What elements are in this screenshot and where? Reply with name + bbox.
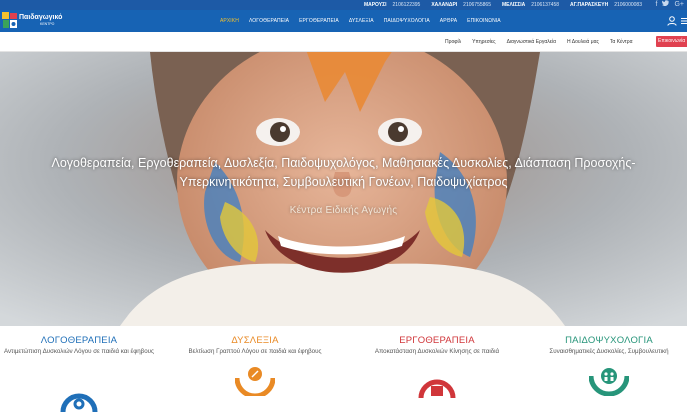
phone-area-melissia: ΜΕΛΙΣΣΙΑ: [501, 2, 526, 8]
pencil-icon[interactable]: [235, 366, 275, 396]
service-card-child-psychology[interactable]: ΠΑΙΔΟΨΥΧΟΛΟΓΙΑ Συναισθηματικές Δυσκολίες…: [524, 326, 687, 412]
service-title[interactable]: ΕΡΓΟΘΕΡΑΠΕΙΑ: [352, 335, 522, 346]
link-profile[interactable]: Προφίλ: [445, 39, 461, 45]
logo-subtitle: ΚΕΝΤΡΟ: [40, 22, 55, 26]
menu-item-dyslexia[interactable]: ΔΥΣΛΕΞΙΑ: [349, 18, 374, 24]
phone-area-agia-paraskevi: ΑΓ.ΠΑΡΑΣΚΕΥΗ: [570, 2, 609, 8]
menu-item-contact[interactable]: ΕΠΙΚΟΙΝΩΝΙΑ: [467, 18, 501, 24]
services-section: ΛΟΓΟΘΕΡΑΠΕΙΑ Αντιμετώπιση Δυσκολιών Λόγο…: [0, 326, 687, 412]
service-title[interactable]: ΔΥΣΛΕΞΙΑ: [170, 335, 340, 346]
menu-item-articles[interactable]: ΑΡΘΡΑ: [440, 18, 457, 24]
hero-title: Λογοθεραπεία, Εργοθεραπεία, Δυσλεξία, Πα…: [0, 154, 687, 192]
google-plus-icon[interactable]: G+: [674, 0, 684, 10]
family-icon[interactable]: [589, 366, 629, 396]
top-contact-bar: ΜΑΡΟΥΣΙ 2106122395 ΧΑΛΑΝΔΡΙ 2106755865 Μ…: [0, 0, 687, 10]
hero-title-line-1: Λογοθεραπεία, Εργοθεραπεία, Δυσλεξία, Πα…: [51, 156, 636, 170]
link-services[interactable]: Υπηρεσίες: [472, 39, 495, 45]
phone-number-melissia[interactable]: 2106137458: [531, 2, 559, 8]
main-menu: ΑΡΧΙΚΗ ΛΟΓΟΘΕΡΑΠΕΙΑ ΕΡΓΟΘΕΡΑΠΕΙΑ ΔΥΣΛΕΞΙ…: [220, 10, 501, 32]
service-card-speech-therapy[interactable]: ΛΟΓΟΘΕΡΑΠΕΙΑ Αντιμετώπιση Δυσκολιών Λόγο…: [0, 326, 164, 412]
menu-item-child-psychology[interactable]: ΠΑΙΔΟΨΥΧΟΛΟΓΙΑ: [384, 18, 430, 24]
link-our-work[interactable]: Η Δουλειά μας: [567, 39, 599, 45]
hero-banner: Λογοθεραπεία, Εργοθεραπεία, Δυσλεξία, Πα…: [0, 52, 687, 326]
secondary-nav: Προφίλ Υπηρεσίες Διαγνωστικά Εργαλεία Η …: [0, 32, 687, 52]
contact-button[interactable]: Επικοινωνία: [656, 36, 687, 47]
phone-area-marousi: ΜΑΡΟΥΣΙ: [363, 2, 387, 8]
main-navbar: Παιδαγωγικό ΚΕΝΤΡΟ ΑΡΧΙΚΗ ΛΟΓΟΘΕΡΑΠΕΙΑ Ε…: [0, 10, 687, 32]
service-description: Συναισθηματικές Δυσκολίες, Συμβουλευτική: [549, 348, 669, 355]
facebook-icon[interactable]: f: [656, 0, 658, 10]
phone-list: ΜΑΡΟΥΣΙ 2106122395 ΧΑΛΑΝΔΡΙ 2106755865 Μ…: [364, 0, 647, 10]
service-card-dyslexia[interactable]: ΔΥΣΛΕΞΙΑ Βελτίωση Γραπτού Λόγου σε παιδι…: [170, 326, 340, 412]
logo[interactable]: Παιδαγωγικό ΚΕΝΤΡΟ: [2, 11, 62, 31]
link-centers[interactable]: Τα Κέντρα: [610, 39, 633, 45]
menu-toggle-icon[interactable]: [681, 18, 687, 24]
hero-subtitle: Κέντρα Ειδικής Αγωγής: [289, 205, 398, 216]
logo-mark-icon: [2, 12, 17, 28]
service-title[interactable]: ΛΟΓΟΘΕΡΑΠΕΙΑ: [0, 335, 164, 346]
service-card-occupational-therapy[interactable]: ΕΡΓΟΘΕΡΑΠΕΙΑ Αποκατάσταση Δυσκολιών Κίνη…: [352, 326, 522, 412]
twitter-icon[interactable]: [662, 0, 670, 10]
menu-item-occupational-therapy[interactable]: ΕΡΓΟΘΕΡΑΠΕΙΑ: [299, 18, 339, 24]
movement-icon[interactable]: [417, 368, 457, 398]
social-links: f G+: [656, 0, 684, 10]
service-description: Βελτίωση Γραπτού Λόγου σε παιδιά και έφη…: [188, 348, 322, 355]
phone-number-marousi[interactable]: 2106122395: [393, 2, 421, 8]
logo-title: Παιδαγωγικό: [19, 14, 63, 21]
menu-item-home[interactable]: ΑΡΧΙΚΗ: [220, 18, 239, 24]
phone-number-chalandri[interactable]: 2106755865: [463, 2, 491, 8]
service-description: Αντιμετώπιση Δυσκολιών Λόγου σε παιδιά κ…: [3, 348, 155, 355]
user-icon[interactable]: [665, 14, 679, 28]
secondary-links: Προφίλ Υπηρεσίες Διαγνωστικά Εργαλεία Η …: [445, 32, 632, 52]
phone-number-agia-paraskevi[interactable]: 2106000083: [614, 2, 642, 8]
service-title[interactable]: ΠΑΙΔΟΨΥΧΟΛΟΓΙΑ: [524, 335, 687, 346]
speech-icon[interactable]: [59, 378, 99, 412]
hero-title-line-2: Υπερκινητικότητα, Συμβουλευτική Γονέων, …: [179, 175, 508, 189]
link-diagnostic-tools[interactable]: Διαγνωστικά Εργαλεία: [507, 39, 556, 45]
phone-area-chalandri: ΧΑΛΑΝΔΡΙ: [431, 2, 458, 8]
menu-item-speech-therapy[interactable]: ΛΟΓΟΘΕΡΑΠΕΙΑ: [249, 18, 289, 24]
service-description: Αποκατάσταση Δυσκολιών Κίνησης σε παιδιά: [374, 348, 500, 355]
